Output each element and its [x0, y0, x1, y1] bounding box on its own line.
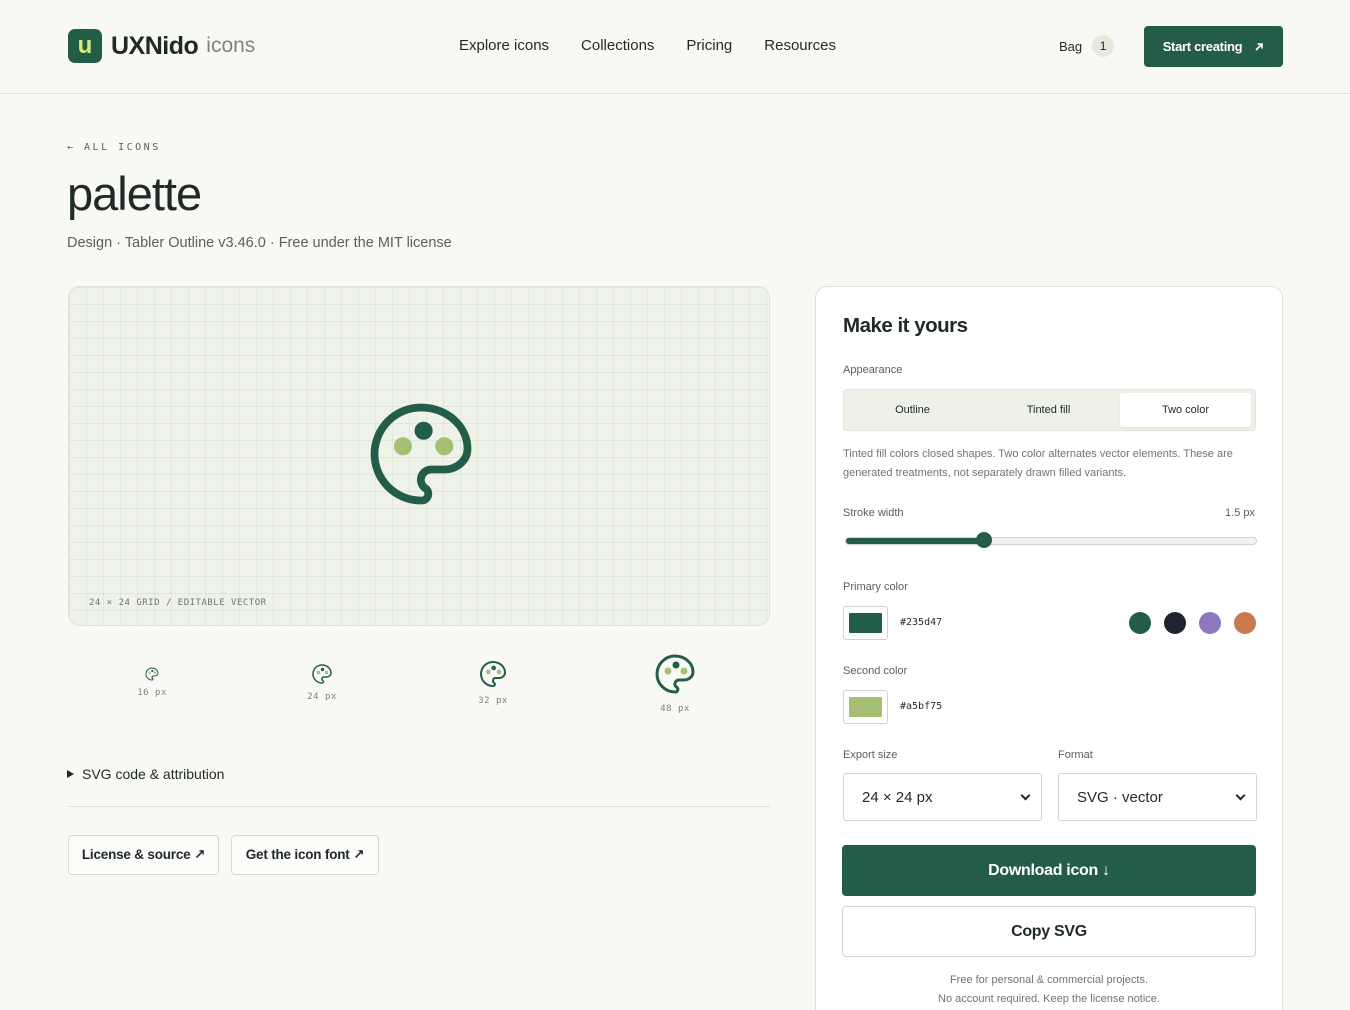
size-preview-16: 16 px: [130, 666, 174, 698]
format-value: SVG · vector: [1077, 788, 1163, 806]
preset-color-orange[interactable]: [1234, 612, 1256, 634]
disclosure-triangle-icon: [67, 770, 74, 778]
icon-meta: Design · Tabler Outline v3.46.0 · Free u…: [67, 235, 452, 251]
section-divider: [68, 806, 770, 807]
primary-color-swatch: [849, 613, 882, 633]
size-label-24: 24 px: [307, 692, 337, 702]
start-creating-label: Start creating: [1162, 39, 1243, 54]
svg-code-attribution-toggle[interactable]: SVG code & attribution: [67, 766, 224, 782]
logo-mark: u: [68, 29, 102, 63]
export-size-value: 24 × 24 px: [862, 788, 933, 806]
palette-icon: [370, 403, 472, 505]
nav-explore-icons[interactable]: Explore icons: [459, 37, 549, 54]
license-footnote-1: Free for personal & commercial projects.: [949, 974, 1149, 986]
size-label-16: 16 px: [137, 688, 167, 698]
chevron-down-icon: [1235, 790, 1246, 801]
format-select[interactable]: SVG · vector: [1058, 773, 1257, 821]
second-color-label: Second color: [843, 665, 908, 677]
nav-collections[interactable]: Collections: [581, 37, 654, 54]
site-header: u UXNido icons Explore icons Collections…: [0, 0, 1350, 94]
arrow-up-right-icon: [1255, 42, 1264, 51]
appearance-option-outline[interactable]: Outline: [847, 393, 978, 427]
icon-preview-canvas: 24 × 24 GRID / EDITABLE VECTOR: [68, 286, 770, 626]
appearance-segmented-control: Outline Tinted fill Two color: [843, 389, 1256, 431]
primary-color-label: Primary color: [843, 581, 908, 593]
start-creating-button[interactable]: Start creating: [1144, 26, 1283, 67]
size-label-48: 48 px: [660, 704, 690, 714]
bag-link[interactable]: Bag 1: [1059, 35, 1115, 57]
back-to-all-icons-link[interactable]: ← ALL ICONS: [67, 142, 161, 153]
panel-title: Make it yours: [843, 314, 968, 337]
export-size-label: Export size: [843, 749, 898, 761]
license-source-button[interactable]: License & source ↗: [68, 835, 219, 875]
license-footnote-2: No account required. Keep the license no…: [938, 993, 1160, 1005]
svg-toggle-label: SVG code & attribution: [82, 766, 225, 782]
slider-fill: [846, 538, 985, 544]
size-preview-48: 48 px: [649, 650, 701, 714]
stroke-width-value: 1.5 px: [1225, 507, 1255, 519]
palette-icon-32: [480, 661, 506, 687]
get-icon-font-button[interactable]: Get the icon font ↗: [231, 835, 379, 875]
second-color-hex[interactable]: #a5bf75: [900, 701, 942, 712]
grid-caption: 24 × 24 GRID / EDITABLE VECTOR: [89, 598, 267, 608]
slider-thumb[interactable]: [976, 532, 992, 548]
customize-panel: Make it yours Appearance Outline Tinted …: [815, 286, 1283, 1010]
second-color-swatch: [849, 697, 882, 717]
preset-color-purple[interactable]: [1199, 612, 1221, 634]
appearance-note: Tinted fill colors closed shapes. Two co…: [843, 448, 1233, 479]
download-icon-button[interactable]: Download icon ↓: [842, 845, 1256, 896]
size-preview-24: 24 px: [300, 662, 344, 702]
size-preview-32: 32 px: [471, 658, 515, 706]
appearance-option-tinted-fill[interactable]: Tinted fill: [983, 393, 1114, 427]
nav-resources[interactable]: Resources: [764, 37, 836, 54]
appearance-label: Appearance: [843, 364, 903, 376]
format-label: Format: [1058, 749, 1093, 761]
stroke-width-slider[interactable]: [845, 537, 1257, 545]
preset-color-black[interactable]: [1164, 612, 1186, 634]
export-size-select[interactable]: 24 × 24 px: [843, 773, 1042, 821]
main-nav: Explore icons Collections Pricing Resour…: [459, 37, 836, 54]
preset-color-green[interactable]: [1129, 612, 1151, 634]
second-color-picker[interactable]: [843, 690, 888, 724]
nav-pricing[interactable]: Pricing: [686, 37, 732, 54]
page-title: palette: [67, 167, 202, 220]
appearance-option-two-color[interactable]: Two color: [1120, 393, 1251, 427]
palette-icon-48: [655, 654, 695, 694]
logo-name: UXNido: [111, 31, 199, 60]
logo[interactable]: u UXNido icons: [68, 29, 255, 63]
copy-svg-button[interactable]: Copy SVG: [842, 906, 1256, 957]
stroke-width-label: Stroke width: [843, 507, 904, 519]
bag-count-badge: 1: [1092, 35, 1115, 57]
palette-icon-24: [312, 664, 332, 684]
logo-sub: icons: [206, 34, 256, 57]
primary-color-hex[interactable]: #235d47: [900, 617, 942, 628]
bag-label: Bag: [1059, 38, 1083, 54]
chevron-down-icon: [1020, 790, 1031, 801]
size-label-32: 32 px: [478, 696, 508, 706]
primary-color-picker[interactable]: [843, 606, 888, 640]
palette-icon-16: [145, 667, 159, 681]
